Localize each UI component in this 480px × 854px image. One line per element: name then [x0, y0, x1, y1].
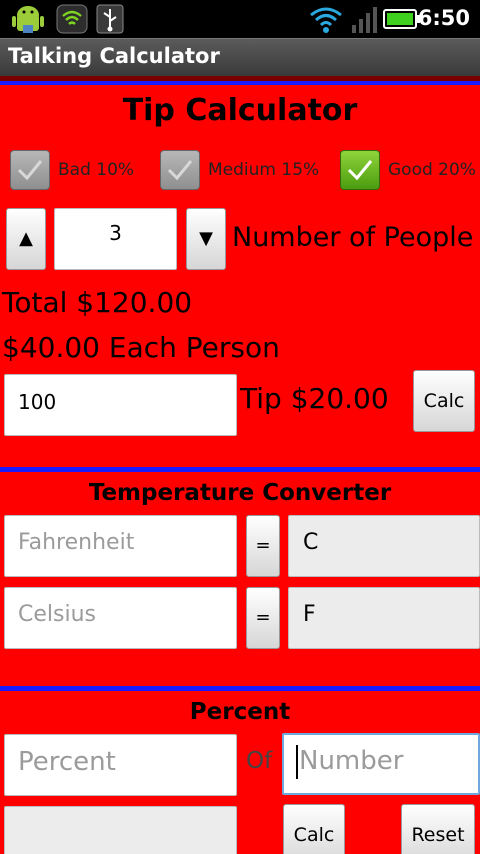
each-person-text: $40.00 Each Person: [2, 331, 280, 364]
number-of-people-label: Number of People: [232, 222, 474, 253]
fahrenheit-result-field[interactable]: F: [288, 587, 480, 649]
medium-tip-label: Medium 15%: [208, 160, 320, 180]
good-tip-label: Good 20%: [388, 160, 476, 180]
fahrenheit-input[interactable]: Fahrenheit: [4, 515, 237, 577]
battery-icon: [383, 9, 420, 29]
percent-result-field[interactable]: [4, 806, 237, 854]
android-icon: [12, 6, 44, 33]
number-input[interactable]: Number: [282, 733, 480, 795]
clock: 6:50: [417, 6, 470, 30]
bill-amount-field[interactable]: 100: [4, 374, 237, 436]
people-count-value: 3: [109, 221, 122, 245]
medium-tip-checkbox[interactable]: [160, 150, 200, 190]
checkmark-icon: [17, 160, 43, 181]
percent-calc-button[interactable]: Calc: [283, 804, 345, 854]
decrement-people-button[interactable]: ▼: [186, 208, 226, 270]
shield-icon: [56, 4, 88, 34]
tip-calc-button[interactable]: Calc: [413, 370, 475, 432]
people-count-field[interactable]: 3: [54, 208, 177, 270]
celsius-result-value: C: [303, 530, 319, 555]
app-title-bar: Talking Calculator: [0, 38, 480, 76]
celsius-placeholder: Celsius: [18, 602, 96, 627]
wifi-icon: [310, 7, 342, 33]
celsius-result-field[interactable]: C: [288, 515, 480, 577]
checkmark-icon: [167, 160, 193, 181]
bad-tip-label: Bad 10%: [58, 160, 135, 180]
of-label: Of: [246, 748, 273, 774]
percent-input[interactable]: Percent: [4, 734, 237, 796]
fahrenheit-convert-button[interactable]: =: [246, 515, 280, 577]
fahrenheit-result-value: F: [303, 602, 316, 627]
total-text: Total $120.00: [2, 286, 193, 319]
text-cursor: [296, 745, 298, 779]
percent-placeholder: Percent: [18, 747, 116, 777]
percent-heading: Percent: [189, 699, 291, 725]
temperature-converter-heading: Temperature Converter: [88, 480, 392, 506]
section-divider: [0, 467, 480, 472]
number-placeholder: Number: [299, 746, 404, 776]
reset-button[interactable]: Reset: [401, 804, 475, 854]
top-divider: [0, 81, 480, 85]
bill-amount-value: 100: [18, 390, 57, 414]
status-bar: 6:50: [0, 0, 480, 38]
usb-icon: [96, 4, 124, 34]
increment-people-button[interactable]: ▲: [6, 208, 46, 270]
app-title: Talking Calculator: [8, 44, 220, 68]
tip-text: Tip $20.00: [240, 382, 389, 415]
bad-tip-checkbox[interactable]: [10, 150, 50, 190]
good-tip-checkbox[interactable]: [340, 150, 380, 190]
celsius-convert-button[interactable]: =: [246, 587, 280, 649]
checkmark-icon: [347, 160, 373, 181]
fahrenheit-placeholder: Fahrenheit: [18, 530, 135, 555]
signal-icon: [352, 7, 377, 33]
tip-calculator-heading: Tip Calculator: [122, 93, 358, 128]
celsius-input[interactable]: Celsius: [4, 587, 237, 649]
section-divider: [0, 686, 480, 691]
